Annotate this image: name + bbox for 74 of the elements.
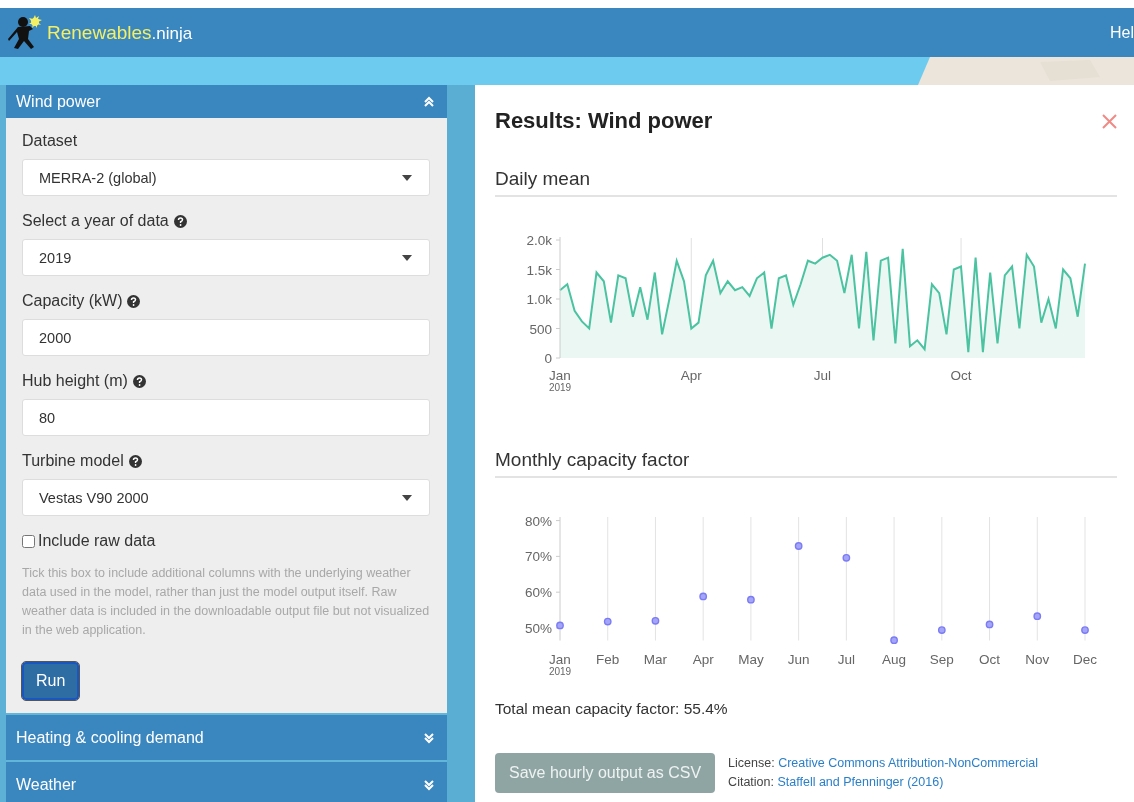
axis-label: Apr xyxy=(692,651,714,667)
help-icon[interactable] xyxy=(132,374,146,388)
data-point xyxy=(651,616,660,625)
axis-label: 70% xyxy=(524,549,552,565)
field-label: Hub height (m) xyxy=(22,372,128,390)
data-point xyxy=(699,592,708,601)
axis-label: 0 xyxy=(544,351,552,366)
axis-label: Apr xyxy=(680,368,702,383)
dropdown[interactable]: Vestas V90 2000 xyxy=(22,479,430,516)
axis-label: 2019 xyxy=(548,665,572,677)
field-label: Select a year of data xyxy=(22,212,169,230)
data-point xyxy=(794,542,803,550)
axis-label: Oct xyxy=(979,651,1001,667)
run-button[interactable]: Run xyxy=(22,662,80,700)
accordion-header[interactable]: Heating & cooling demand xyxy=(6,715,447,760)
checkbox-label: Include raw data xyxy=(38,532,156,550)
data-point xyxy=(603,617,612,626)
data-point xyxy=(985,620,994,629)
axis-label: Jan xyxy=(549,368,571,383)
data-point xyxy=(1033,612,1042,621)
axis-label: May xyxy=(738,651,764,667)
axis-label: 50% xyxy=(524,620,552,636)
field-label: Turbine model xyxy=(22,452,124,470)
dropdown[interactable]: 2019 xyxy=(22,239,430,276)
axis-label: Oct xyxy=(950,368,972,383)
field-label: Capacity (kW) xyxy=(22,292,123,310)
license-label: License: xyxy=(728,756,775,770)
axis-label: 80% xyxy=(524,513,552,529)
axis-label: Feb xyxy=(596,651,620,667)
nav-link[interactable]: Hel xyxy=(1110,23,1134,42)
axis-label: Nov xyxy=(1025,651,1050,667)
logo-icon xyxy=(8,14,42,51)
axis-label: Aug xyxy=(882,651,907,667)
checkbox[interactable] xyxy=(22,534,35,548)
axis-label: 2.0k xyxy=(526,233,552,248)
dropdown[interactable]: MERRA-2 (global) xyxy=(22,159,430,196)
data-point xyxy=(890,636,898,645)
caret-icon xyxy=(402,494,412,501)
section-heading: Monthly capacity factor xyxy=(495,446,1117,478)
section-heading: Daily mean xyxy=(495,165,1117,197)
total-text: Total mean capacity factor: 55.4% xyxy=(495,699,729,719)
field-label: Dataset xyxy=(22,132,78,150)
axis-label: 1.5k xyxy=(526,262,552,278)
data-point xyxy=(747,595,755,604)
input-field[interactable]: 2000 xyxy=(22,319,430,356)
help-icon[interactable] xyxy=(128,454,142,468)
citation-link[interactable]: Staffell and Pfenninger (2016) xyxy=(777,775,944,789)
accordion-header[interactable]: Weather xyxy=(6,762,447,802)
help-icon[interactable] xyxy=(127,294,141,308)
caret-icon xyxy=(402,174,412,181)
data-point xyxy=(1081,626,1089,635)
axis-label: Jul xyxy=(837,651,855,667)
axis-label: Jun xyxy=(787,651,810,667)
citation-label: Citation: xyxy=(728,775,774,789)
axis-label: 1.0k xyxy=(526,292,552,307)
results-title: Results: Wind power xyxy=(495,107,713,135)
axis-label: Jan xyxy=(549,651,571,667)
axis-label: Sep xyxy=(929,651,954,667)
caret-icon xyxy=(402,254,412,261)
axis-label: 2019 xyxy=(548,382,572,393)
axis-label: 60% xyxy=(524,585,552,601)
axis-label: 500 xyxy=(529,321,552,337)
data-point xyxy=(842,553,851,562)
axis-label: Mar xyxy=(643,651,668,667)
data-point xyxy=(556,621,564,630)
axis-label: Jul xyxy=(813,368,832,383)
help-icon[interactable] xyxy=(173,214,187,228)
axis-label: Dec xyxy=(1073,651,1097,667)
data-point xyxy=(937,626,946,635)
brand-name[interactable]: Renewables.ninja xyxy=(47,21,193,44)
accordion-header[interactable]: Wind power xyxy=(6,85,447,118)
help-text: Tick this box to include additional columns with the underlying weather data used in the model, rather than just the model output itself. Raw weather data is included in the downloadable output file but not visualized in the web application. xyxy=(22,565,430,639)
input-field[interactable]: 80 xyxy=(22,399,430,436)
license-link[interactable]: Creative Commons Attribution-NonCommercial xyxy=(778,756,1038,770)
